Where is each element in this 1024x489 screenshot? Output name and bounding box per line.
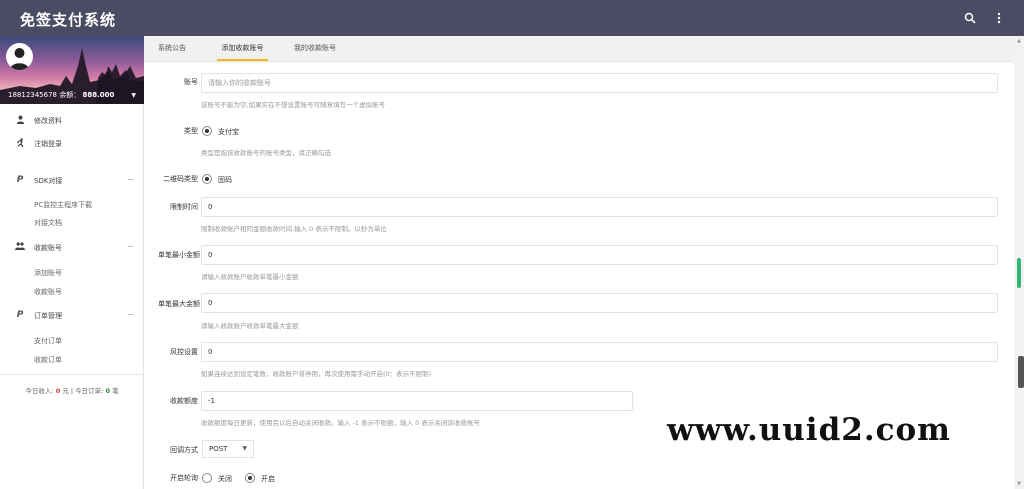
sidebar-subitem-add-account[interactable]: 添加账号 xyxy=(34,268,62,278)
balance-label: 余额： xyxy=(59,91,81,99)
tab-my-accounts[interactable]: 我的收款账号 xyxy=(290,36,340,61)
time-limit-hint: 限制收款账户相同金额收款时间,输入 0 表示不限制。以秒为单位 xyxy=(201,225,387,233)
quota-label: 收款额度 xyxy=(170,397,198,405)
callback-label: 回调方式 xyxy=(170,446,198,454)
sidebar-item-label: 收款账号 xyxy=(34,244,62,252)
app-title: 免签支付系统 xyxy=(20,11,117,29)
sidebar: 18812345678 余额： 888.000 ▼ 修改资料 注销登录 P SD… xyxy=(0,36,144,489)
sidebar-item-logout[interactable]: 注销登录 xyxy=(0,134,144,154)
time-limit-input[interactable]: 0 xyxy=(201,197,998,217)
collapse-icon[interactable]: − xyxy=(127,310,134,319)
type-label: 类型 xyxy=(184,127,198,135)
sidebar-subitem-sdk-download[interactable]: PC监控主程序下载 xyxy=(34,200,92,210)
profile-info: 18812345678 余额： 888.000 xyxy=(8,90,114,100)
sidebar-item-label: 修改资料 xyxy=(34,117,62,125)
polling-label: 开启轮询 xyxy=(170,474,198,482)
max-amount-label: 单笔最大金额 xyxy=(158,300,200,308)
max-amount-hint: 请输入收款账户收款单笔最大金额 xyxy=(201,322,299,330)
avatar[interactable] xyxy=(6,43,33,70)
account-label: 账号 xyxy=(184,78,198,86)
today-income-unit: 元 xyxy=(62,387,69,395)
sidebar-subitem-pay-orders[interactable]: 支付订单 xyxy=(34,336,62,346)
min-amount-hint: 请输入收款账户收款单笔最小金额 xyxy=(201,273,299,281)
person-icon xyxy=(15,115,25,125)
type-hint: 类型是指该收款账号的账号类型，请正确勾选 xyxy=(201,149,331,157)
polling-off-label: 关闭 xyxy=(218,475,232,483)
today-orders-value: 0 xyxy=(105,387,110,395)
divider xyxy=(0,374,143,375)
sidebar-subitem-sdk-docs[interactable]: 对接文档 xyxy=(34,218,62,228)
paypal-icon: P xyxy=(16,310,24,320)
sidebar-item-accounts[interactable]: 收款账号 − xyxy=(0,238,144,258)
chevron-down-icon: ▼ xyxy=(242,445,247,452)
today-income-value: 0 xyxy=(55,387,61,395)
quota-input[interactable]: -1 xyxy=(201,391,633,411)
paypal-icon: P xyxy=(16,175,24,185)
account-hint: 该账号不能为空,如果实在不想设置账号可随意填写一个虚拟账号 xyxy=(201,101,386,109)
polling-off-radio[interactable] xyxy=(202,473,212,483)
sidebar-subitem-account-list[interactable]: 收款账号 xyxy=(34,287,62,297)
tab-add-account[interactable]: 添加收款账号 xyxy=(217,36,268,61)
scrollbar-thumb[interactable] xyxy=(1017,258,1021,288)
risk-input[interactable]: 0 xyxy=(201,342,998,362)
today-income-label: 今日收入: xyxy=(25,387,54,395)
today-stats: 今日收入: 0 元 | 今日订单: 0 笔 xyxy=(0,385,144,395)
alipay-radio[interactable] xyxy=(202,126,212,136)
callback-select[interactable]: POST ▼ xyxy=(202,440,254,458)
watermark: www.uuid2.com xyxy=(667,412,951,448)
side-panel-handle[interactable] xyxy=(1018,356,1024,388)
sidebar-item-edit-profile[interactable]: 修改资料 xyxy=(0,111,144,131)
risk-label: 风控设置 xyxy=(170,348,198,356)
account-number: 18812345678 xyxy=(8,91,57,99)
min-amount-label: 单笔最小金额 xyxy=(158,251,200,259)
fixed-code-radio-label: 固码 xyxy=(218,176,232,184)
page-scrollbar[interactable]: ▲ ▼ xyxy=(1014,36,1024,489)
today-separator: | xyxy=(70,387,74,395)
balance-value: 888.000 xyxy=(82,91,115,99)
collapse-icon[interactable]: − xyxy=(127,242,134,251)
callback-select-value: POST xyxy=(209,445,228,453)
today-orders-unit: 笔 xyxy=(112,387,119,395)
more-vert-icon[interactable] xyxy=(989,8,1009,28)
sidebar-item-label: SDK对接 xyxy=(34,177,63,185)
sidebar-item-label: 注销登录 xyxy=(34,140,62,148)
max-amount-input[interactable]: 0 xyxy=(201,293,998,313)
sidebar-item-orders[interactable]: P 订单管理 − xyxy=(0,306,144,326)
fixed-code-radio[interactable] xyxy=(202,174,212,184)
collapse-icon[interactable]: − xyxy=(127,175,134,184)
top-app-bar: 免签支付系统 xyxy=(0,0,1024,36)
alipay-radio-label: 支付宝 xyxy=(218,128,239,136)
people-icon xyxy=(15,242,25,252)
quota-hint: 收款额度每日更新，使用完以后自动关闭收款。输入 -1 表示不限额，输入 0 表示… xyxy=(201,419,480,427)
qr-type-label: 二维码类型 xyxy=(163,175,198,183)
sidebar-subitem-receive-orders[interactable]: 收款订单 xyxy=(34,355,62,365)
tab-announcement[interactable]: 系统公告 xyxy=(152,36,192,61)
time-limit-label: 限制时间 xyxy=(170,203,198,211)
profile-banner: 18812345678 余额： 888.000 ▼ xyxy=(0,36,144,104)
today-orders-label: 今日订单: xyxy=(75,387,104,395)
account-input[interactable]: 请输入你的收款账号 xyxy=(201,73,998,93)
tab-bar: 系统公告 添加收款账号 我的收款账号 xyxy=(144,36,1024,62)
scroll-down-icon[interactable]: ▼ xyxy=(1015,481,1023,487)
running-person-icon xyxy=(15,138,25,148)
sidebar-item-label: 订单管理 xyxy=(34,312,62,320)
polling-on-radio[interactable] xyxy=(245,473,255,483)
profile-dropdown-icon[interactable]: ▼ xyxy=(131,92,136,99)
sidebar-item-sdk[interactable]: P SDK对接 − xyxy=(0,171,144,191)
min-amount-input[interactable]: 0 xyxy=(201,245,998,265)
polling-on-label: 开启 xyxy=(261,475,275,483)
risk-hint: 如果连续达到设定笔数，收款账户将停用，再次使用需手动开启(0：表示不限制) xyxy=(201,370,432,378)
search-icon[interactable] xyxy=(960,8,980,28)
scroll-up-icon[interactable]: ▲ xyxy=(1015,38,1023,44)
